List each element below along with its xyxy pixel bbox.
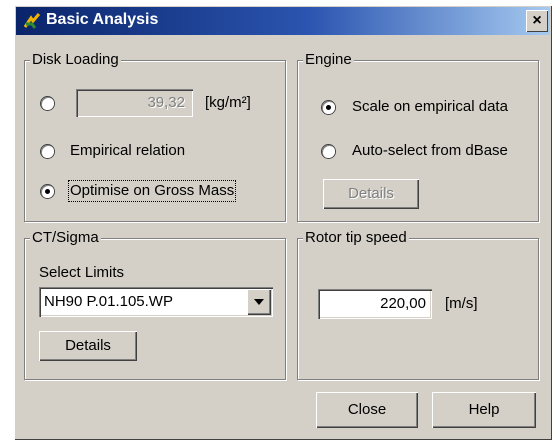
rotor-tip-speed-unit: [m/s] [445, 295, 478, 312]
basic-analysis-dialog: Basic Analysis × Disk Loading 39,32 [kg/… [14, 5, 552, 440]
helicopter-app-icon [23, 13, 41, 29]
scale-empirical-label[interactable]: Scale on empirical data [352, 98, 508, 116]
close-icon[interactable]: × [526, 10, 548, 32]
disk-loading-value: 39,32 [147, 94, 185, 111]
close-button[interactable]: Close [316, 392, 418, 428]
auto-select-label[interactable]: Auto-select from dBase [352, 142, 508, 160]
ct-sigma-group: CT/Sigma Select Limits NH90 P.01.105.WP … [24, 229, 286, 380]
dropdown-arrow-icon[interactable] [247, 289, 271, 315]
disk-loading-unit: [kg/m²] [205, 94, 251, 111]
disk-loading-group: Disk Loading 39,32 [kg/m²] Empirical rel… [24, 51, 286, 222]
engine-details-label: Details [348, 185, 394, 202]
select-limits-label: Select Limits [39, 264, 125, 281]
optimise-gross-mass-label[interactable]: Optimise on Gross Mass [67, 180, 237, 202]
engine-details-button[interactable]: Details [323, 179, 419, 209]
title-bar[interactable]: Basic Analysis × [16, 7, 550, 35]
optimise-gross-mass-radio[interactable] [41, 185, 54, 198]
empirical-relation-radio[interactable] [41, 145, 54, 158]
ct-sigma-details-button[interactable]: Details [39, 331, 137, 361]
engine-group: Engine Scale on empirical data Auto-sele… [297, 51, 539, 222]
disk-loading-value-field: 39,32 [76, 89, 193, 117]
disk-loading-group-label: Disk Loading [30, 51, 121, 69]
disk-loading-value-radio[interactable] [41, 97, 54, 110]
close-button-label: Close [347, 401, 387, 418]
limits-select[interactable]: NH90 P.01.105.WP [39, 287, 273, 317]
rotor-tip-speed-group: Rotor tip speed 220,00 [m/s] [297, 229, 539, 380]
rotor-tip-speed-group-label: Rotor tip speed [303, 229, 409, 247]
rotor-tip-speed-field[interactable]: 220,00 [318, 289, 432, 319]
ct-sigma-details-label: Details [65, 337, 111, 354]
ct-sigma-group-label: CT/Sigma [30, 229, 101, 247]
scale-empirical-radio[interactable] [322, 101, 335, 114]
rotor-tip-speed-value: 220,00 [380, 295, 426, 312]
limits-select-value: NH90 P.01.105.WP [44, 293, 173, 310]
empirical-relation-label[interactable]: Empirical relation [70, 142, 185, 160]
auto-select-radio[interactable] [322, 145, 335, 158]
window-title: Basic Analysis [46, 11, 159, 28]
help-button-label: Help [468, 401, 500, 418]
engine-group-label: Engine [303, 51, 354, 69]
help-button[interactable]: Help [432, 392, 536, 428]
